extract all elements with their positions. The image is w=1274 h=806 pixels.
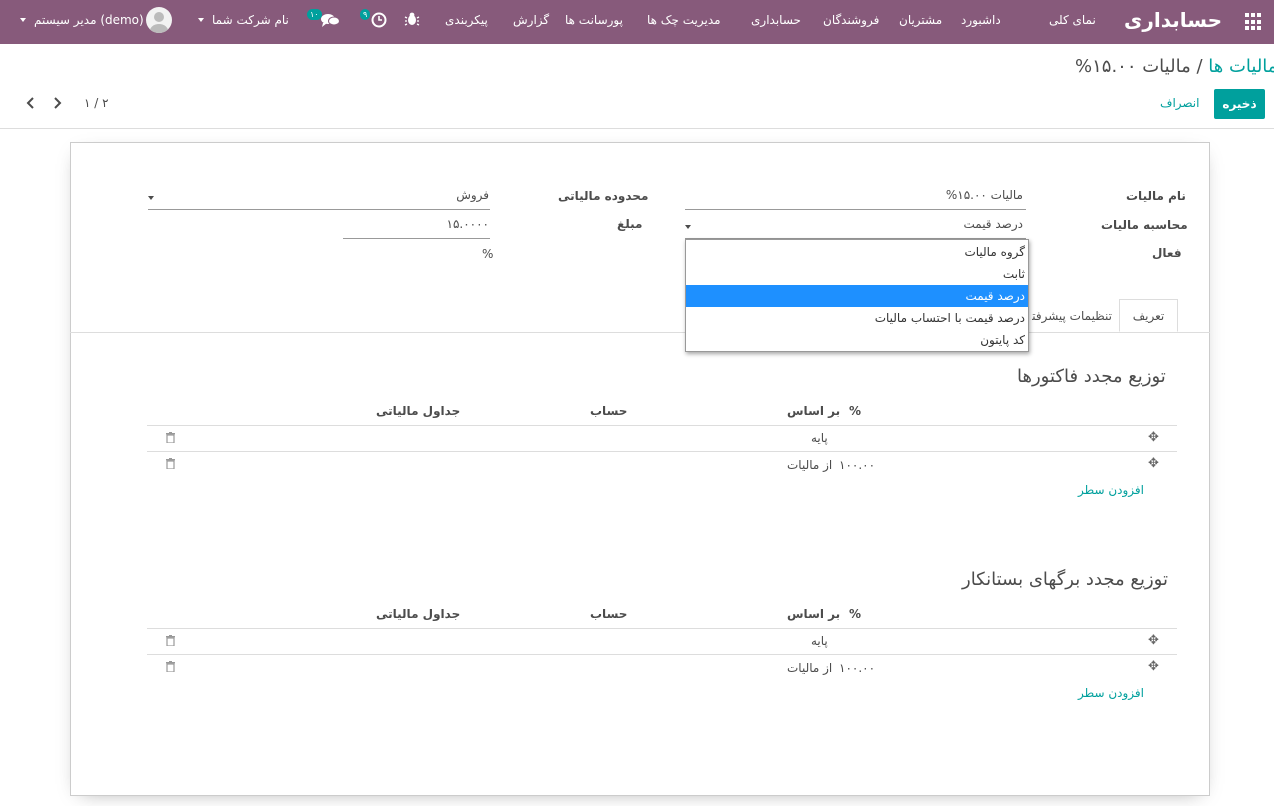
col-percent: % — [849, 607, 862, 621]
option-group-of-taxes[interactable]: گروه مالیات — [686, 241, 1028, 263]
invoice-repartition-title: توزیع مجدد فاکتورها — [1017, 366, 1166, 387]
col-based-on: بر اساس — [787, 404, 841, 418]
messages-badge: ۱۰ — [307, 9, 322, 20]
col-tax-grids: جداول مالیاتی — [376, 607, 461, 621]
pager-next-icon[interactable] — [52, 96, 62, 112]
refund-repartition-title: توزیع مجدد برگهای بستانکار — [962, 569, 1168, 590]
tax-computation-dropdown: گروه مالیات ثابت درصد قیمت درصد قیمت با … — [685, 239, 1029, 352]
tax-name-input[interactable]: مالیات ۱۵.۰۰% — [685, 188, 1026, 210]
delete-row-icon[interactable] — [166, 661, 175, 673]
control-panel-divider — [0, 128, 1274, 129]
menu-overview[interactable]: نمای کلی — [1049, 13, 1096, 27]
tax-computation-caret-icon — [685, 225, 691, 229]
amount-unit: % — [482, 247, 494, 261]
form-sheet — [70, 142, 1210, 796]
app-root: حسابداری نمای کلی داشبورد مشتریان فروشند… — [0, 0, 1274, 806]
table-row-line — [147, 654, 1177, 655]
row-percent[interactable]: ۱۰۰.۰۰ — [839, 661, 875, 675]
menu-commissions[interactable]: پورسانت ها — [565, 13, 623, 27]
delete-row-icon[interactable] — [166, 635, 175, 647]
company-caret-icon — [198, 18, 204, 22]
table-header-line — [147, 425, 1177, 426]
delete-row-icon[interactable] — [166, 432, 175, 444]
pager-value[interactable]: ۱ / ۲ — [84, 96, 109, 110]
menu-check-management[interactable]: مدیریت چک ها — [647, 13, 721, 27]
row-based-on[interactable]: پایه — [811, 634, 828, 648]
tax-computation-select[interactable]: درصد قیمت — [685, 217, 1026, 239]
col-tax-grids: جداول مالیاتی — [376, 404, 461, 418]
row-based-on[interactable]: از مالیات — [787, 661, 832, 675]
activities-clock-icon[interactable] — [370, 11, 388, 29]
apps-menu-icon[interactable] — [1245, 13, 1263, 31]
menu-customers[interactable]: مشتریان — [899, 13, 942, 27]
col-based-on: بر اساس — [787, 607, 841, 621]
tax-scope-caret-icon — [148, 196, 154, 200]
breadcrumb-current: مالیات ۱۵.۰۰% — [1075, 56, 1191, 77]
pager-previous-icon[interactable] — [26, 96, 36, 112]
tax-computation-label: محاسبه مالیات — [1101, 218, 1188, 232]
user-caret-icon — [20, 18, 26, 22]
option-percentage-tax-included[interactable]: درصد قیمت با احتساب مالیات — [686, 307, 1028, 329]
user-avatar[interactable] — [146, 7, 172, 33]
drag-handle-icon[interactable]: ✥ — [1148, 660, 1159, 673]
add-line-link[interactable]: افزودن سطر — [1078, 686, 1144, 700]
active-label: فعال — [1152, 246, 1182, 260]
messages-chat-icon[interactable] — [320, 11, 340, 29]
delete-row-icon[interactable] — [166, 458, 175, 470]
amount-label: مبلغ — [617, 217, 643, 231]
save-button[interactable]: ذخیره — [1214, 89, 1265, 119]
top-navbar: حسابداری نمای کلی داشبورد مشتریان فروشند… — [0, 0, 1274, 44]
menu-vendors[interactable]: فروشندگان — [823, 13, 879, 27]
tax-scope-select[interactable]: فروش — [148, 188, 490, 210]
breadcrumb-separator: / — [1196, 56, 1203, 77]
col-account: حساب — [590, 404, 628, 418]
option-python-code[interactable]: کد پایتون — [686, 329, 1028, 351]
amount-input[interactable]: ۱۵.۰۰۰۰ — [343, 217, 490, 239]
user-menu[interactable]: مدیر سیستم (demo) — [34, 13, 144, 27]
table-row-line — [147, 451, 1177, 452]
add-line-link[interactable]: افزودن سطر — [1078, 483, 1144, 497]
menu-accounting[interactable]: حسابداری — [751, 13, 801, 27]
company-switcher[interactable]: نام شرکت شما — [212, 13, 289, 27]
tab-definition[interactable]: تعریف — [1119, 299, 1178, 332]
discard-button[interactable]: انصراف — [1160, 96, 1199, 110]
drag-handle-icon[interactable]: ✥ — [1148, 457, 1159, 470]
col-account: حساب — [590, 607, 628, 621]
debug-bug-icon[interactable] — [404, 11, 420, 27]
menu-dashboard[interactable]: داشبورد — [961, 13, 1001, 27]
tax-name-label: نام مالیات — [1126, 189, 1186, 203]
breadcrumb: مالیات ها / مالیات ۱۵.۰۰% — [1075, 56, 1274, 77]
menu-reporting[interactable]: گزارش — [513, 13, 549, 27]
app-brand[interactable]: حسابداری — [1124, 8, 1222, 32]
col-percent: % — [849, 404, 862, 418]
activities-badge: ۹ — [360, 9, 371, 20]
breadcrumb-parent[interactable]: مالیات ها — [1208, 56, 1274, 77]
row-based-on[interactable]: از مالیات — [787, 458, 832, 472]
option-percentage-of-price[interactable]: درصد قیمت — [686, 285, 1028, 307]
drag-handle-icon[interactable]: ✥ — [1148, 634, 1159, 647]
tax-scope-label: محدوده مالیاتی — [558, 189, 649, 203]
menu-configuration[interactable]: پیکربندی — [445, 13, 488, 27]
option-fixed[interactable]: ثابت — [686, 263, 1028, 285]
tab-advanced-options[interactable]: تنظیمات پیشرفته — [1032, 300, 1112, 333]
row-percent[interactable]: ۱۰۰.۰۰ — [839, 458, 875, 472]
row-based-on[interactable]: پایه — [811, 431, 828, 445]
drag-handle-icon[interactable]: ✥ — [1148, 431, 1159, 444]
table-header-line — [147, 628, 1177, 629]
